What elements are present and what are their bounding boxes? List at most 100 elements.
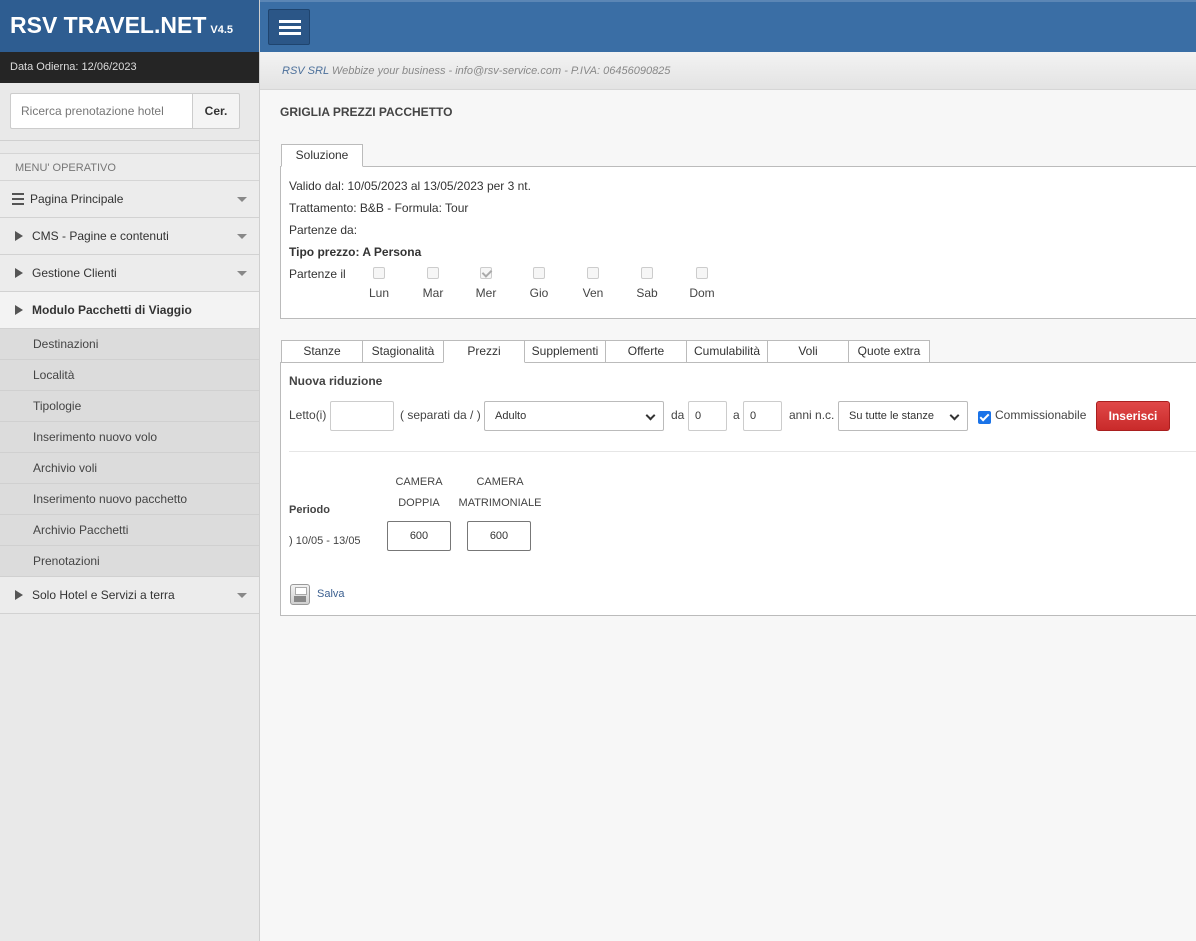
column-header-matrimoniale: CAMERA MATRIMONIALE	[451, 472, 549, 514]
sidebar-item-label: Gestione Clienti	[32, 266, 117, 280]
company-info-bar: RSV SRL Webbize your business - info@rsv…	[260, 52, 1196, 90]
age-from-label: da	[671, 408, 685, 422]
day-checkbox[interactable]	[641, 267, 653, 279]
sidebar-item-pagina-principale[interactable]: Pagina Principale	[0, 181, 259, 218]
tab-stanze[interactable]: Stanze	[281, 340, 363, 363]
floppy-disk-icon[interactable]	[290, 584, 310, 605]
page-title: GRIGLIA PREZZI PACCHETTO	[280, 105, 453, 119]
sidebar-subitem-archivio-voli[interactable]: Archivio voli	[0, 453, 259, 484]
tab-soluzione[interactable]: Soluzione	[281, 144, 363, 167]
chevron-down-icon	[237, 593, 247, 598]
tab-cumulabilita[interactable]: Cumulabilità	[686, 340, 768, 363]
price-type-text: Tipo prezzo: A Persona	[289, 245, 422, 259]
day-lun: Lun	[364, 267, 394, 300]
tab-quote-extra[interactable]: Quote extra	[848, 340, 930, 363]
chevron-down-icon	[645, 410, 656, 421]
day-label: Lun	[368, 286, 390, 300]
tab-supplementi[interactable]: Supplementi	[524, 340, 606, 363]
hamburger-menu-button[interactable]	[268, 9, 310, 45]
sidebar-item-modulo-pacchetti[interactable]: Modulo Pacchetti di Viaggio	[0, 292, 259, 329]
day-checkbox[interactable]	[480, 267, 492, 279]
guest-type-value: Adulto	[495, 410, 527, 422]
main-content: GRIGLIA PREZZI PACCHETTO Soluzione Valid…	[260, 90, 1196, 941]
brand-header: RSV TRAVEL.NET V4.5	[0, 0, 259, 52]
chevron-down-icon	[237, 234, 247, 239]
brand-name: RSV TRAVEL.NET	[10, 12, 207, 38]
tab-prezzi[interactable]: Prezzi	[443, 340, 525, 363]
sidebar-item-label: Solo Hotel e Servizi a terra	[32, 588, 175, 602]
separator-hint: ( separati da / )	[400, 408, 481, 422]
date-bar: Data Odierna: 12/06/2023	[0, 52, 259, 83]
age-from-input[interactable]: 0	[688, 401, 727, 431]
column-header-line: DOPPIA	[398, 497, 440, 509]
day-mer: Mer	[471, 267, 501, 300]
age-to-input[interactable]: 0	[743, 401, 782, 431]
day-dom: Dom	[687, 267, 717, 300]
sidebar-subitem-prenotazioni[interactable]: Prenotazioni	[0, 546, 259, 577]
day-sab: Sab	[632, 267, 662, 300]
day-label: Dom	[689, 286, 715, 300]
insert-button[interactable]: Inserisci	[1096, 401, 1170, 431]
guest-type-select[interactable]: Adulto	[484, 401, 664, 431]
search-input[interactable]: Ricerca prenotazione hotel	[10, 93, 192, 129]
tab-voli[interactable]: Voli	[767, 340, 849, 363]
price-input-matrimoniale[interactable]: 600	[467, 521, 531, 551]
company-name: RSV SRL	[282, 65, 329, 77]
hamburger-bar	[279, 26, 301, 29]
commissionable-label: Commissionabile	[995, 408, 1087, 422]
period-value: ) 10/05 - 13/05	[289, 535, 361, 547]
chevron-down-icon	[237, 271, 247, 276]
letto-label: Letto(i)	[289, 408, 327, 422]
rooms-select-value: Su tutte le stanze	[849, 410, 934, 422]
list-icon	[12, 193, 24, 205]
sidebar-subitem-destinazioni[interactable]: Destinazioni	[0, 329, 259, 360]
letto-input[interactable]	[330, 401, 394, 431]
validity-text: Valido dal: 10/05/2023 al 13/05/2023 per…	[289, 179, 531, 193]
sidebar-subitem-archivio-pacchetti[interactable]: Archivio Pacchetti	[0, 515, 259, 546]
search-box: Ricerca prenotazione hotel Cer.	[0, 83, 259, 141]
divider	[289, 451, 1196, 452]
sidebar-subitem-tipologie[interactable]: Tipologie	[0, 391, 259, 422]
topbar	[260, 0, 1196, 52]
rooms-select[interactable]: Su tutte le stanze	[838, 401, 968, 431]
sidebar: RSV TRAVEL.NET V4.5 Data Odierna: 12/06/2…	[0, 0, 260, 941]
departures-from-text: Partenze da:	[289, 223, 358, 237]
sidebar-subitem-nuovo-pacchetto[interactable]: Inserimento nuovo pacchetto	[0, 484, 259, 515]
day-label: Mar	[422, 286, 444, 300]
departures-on-label: Partenze il	[289, 267, 346, 281]
soluzione-panel: Valido dal: 10/05/2023 al 13/05/2023 per…	[280, 166, 1196, 319]
triangle-right-icon	[15, 231, 23, 241]
commissionable-checkbox[interactable]	[978, 411, 991, 424]
sidebar-item-label: Pagina Principale	[30, 192, 124, 206]
company-details: Webbize your business - info@rsv-service…	[328, 65, 671, 77]
triangle-right-icon	[15, 268, 23, 278]
triangle-right-icon	[15, 305, 23, 315]
hamburger-bar	[279, 20, 301, 23]
day-label: Sab	[636, 286, 658, 300]
sidebar-subitem-localita[interactable]: Località	[0, 360, 259, 391]
chevron-down-icon	[949, 410, 960, 421]
day-checkbox[interactable]	[427, 267, 439, 279]
sidebar-item-label: CMS - Pagine e contenuti	[32, 229, 169, 243]
day-checkbox[interactable]	[587, 267, 599, 279]
day-label: Mer	[475, 286, 497, 300]
brand-version: V4.5	[210, 24, 234, 36]
tab-stagionalita[interactable]: Stagionalità	[362, 340, 444, 363]
sidebar-subitem-nuovo-volo[interactable]: Inserimento nuovo volo	[0, 422, 259, 453]
day-checkbox[interactable]	[533, 267, 545, 279]
save-link[interactable]: Salva	[317, 588, 345, 600]
column-header-line: CAMERA	[476, 476, 524, 488]
sidebar-item-solo-hotel[interactable]: Solo Hotel e Servizi a terra	[0, 577, 259, 614]
price-input-doppia[interactable]: 600	[387, 521, 451, 551]
day-gio: Gio	[524, 267, 554, 300]
sidebar-item-cms[interactable]: CMS - Pagine e contenuti	[0, 218, 259, 255]
prezzi-panel: Nuova riduzione Letto(i) ( separati da /…	[280, 362, 1196, 616]
search-button[interactable]: Cer.	[192, 93, 240, 129]
age-unit-label: anni n.c.	[789, 408, 835, 422]
chevron-down-icon	[237, 197, 247, 202]
column-header-doppia: CAMERA DOPPIA	[379, 472, 459, 514]
day-checkbox[interactable]	[373, 267, 385, 279]
sidebar-item-gestione-clienti[interactable]: Gestione Clienti	[0, 255, 259, 292]
day-checkbox[interactable]	[696, 267, 708, 279]
tab-offerte[interactable]: Offerte	[605, 340, 687, 363]
